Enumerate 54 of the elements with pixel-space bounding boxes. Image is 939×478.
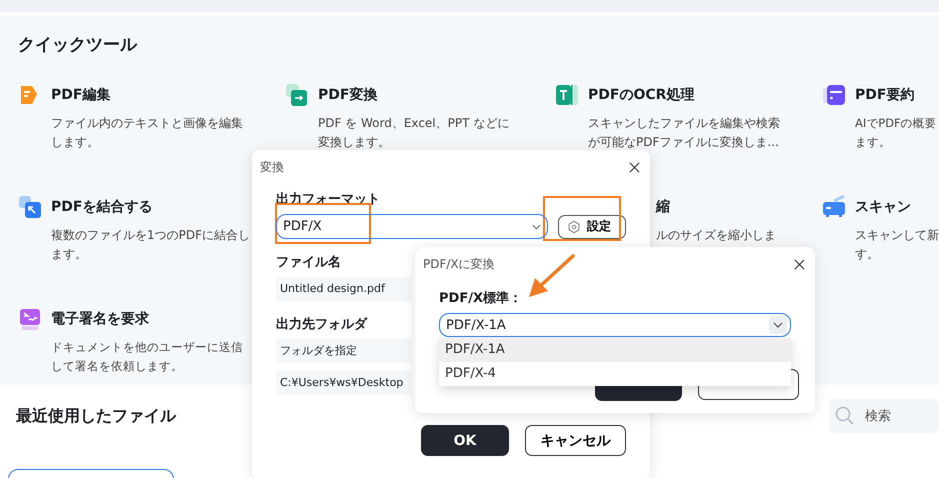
tool-title[interactable]: PDFを結合する (51, 198, 152, 216)
dropdown-option[interactable]: PDF/X-4 (439, 362, 791, 386)
tool-description: AIでPDFの概要 (854, 115, 938, 132)
dialog-title: 変換 (260, 158, 284, 176)
tool-description: ます。 (50, 246, 88, 263)
tool-description: が可能なPDFファイルに変換しま... (587, 134, 780, 151)
section-title: クイックツール (18, 34, 138, 57)
tool-title[interactable]: PDF編集 (51, 86, 110, 104)
tool-title[interactable]: 電子署名を要求 (51, 310, 149, 328)
chevron-icon (769, 316, 787, 334)
tool-description: して署名を依頼します。 (50, 358, 184, 375)
close-icon[interactable] (629, 162, 640, 172)
ok-button[interactable]: OK (421, 425, 509, 456)
field-label: ファイル名 (276, 254, 341, 271)
tool-description: 複数のファイルを1つのPDFに結合し (50, 227, 252, 244)
tool-title[interactable]: PDF要約 (855, 86, 914, 104)
scanner-icon[interactable] (822, 195, 846, 219)
merge-arrow-icon[interactable] (18, 195, 42, 219)
convert-arrow-icon[interactable] (285, 83, 309, 107)
folder-path-field[interactable]: C:¥Users¥ws¥Desktop (276, 371, 412, 395)
dropdown-option[interactable]: PDF/X-1A (439, 338, 791, 362)
search-input[interactable]: 検索 (863, 408, 927, 424)
tool-description: します。 (50, 134, 100, 151)
section-title: 最近使用したファイル (16, 406, 176, 426)
tool-description: PDF を Word、Excel、PPT などに (317, 115, 510, 132)
search-icon (835, 406, 855, 426)
text-t-icon[interactable] (555, 83, 579, 107)
tool-description: 変換します。 (317, 134, 391, 151)
tool-description: ます。 (854, 134, 892, 151)
signature-icon[interactable] (18, 307, 42, 331)
tool-description: ファイル内のテキストと画像を編集 (50, 115, 244, 132)
cancel-button[interactable]: キャンセル (525, 425, 626, 456)
settings-button[interactable]: 設定 (558, 214, 626, 238)
tool-title[interactable]: PDF変換 (318, 86, 378, 104)
close-icon[interactable] (794, 258, 805, 270)
search-field[interactable]: 検索 (829, 399, 939, 433)
tool-description: ルのサイズを縮小しま (656, 227, 777, 244)
standard-select[interactable]: PDF/X-1A (439, 313, 791, 337)
tool-description: スキャンして新 (854, 227, 939, 244)
field-label: 出力先フォルダ (276, 316, 367, 333)
tool-description: スキャンしたファイルを編集や検索 (587, 115, 781, 132)
tool-description: ドキュメントを他のユーザーに送信 (50, 339, 244, 356)
field-label: PDF/X標準： (439, 290, 522, 307)
chevron-icon (532, 224, 542, 230)
filename-field[interactable]: Untitled design.pdf (276, 277, 412, 301)
tool-title[interactable]: 縮 (656, 198, 670, 216)
settings-icon (567, 220, 582, 234)
tool-description: す。 (854, 246, 880, 263)
tool-title[interactable]: スキャン (855, 198, 911, 216)
summary-page-icon[interactable] (822, 83, 846, 107)
dialog-title: PDF/Xに変換 (423, 256, 495, 272)
format-select[interactable]: PDF/X (276, 214, 548, 239)
tool-title[interactable]: PDFのOCR処理 (588, 86, 694, 104)
folder-select[interactable]: フォルダを指定 (276, 339, 412, 363)
